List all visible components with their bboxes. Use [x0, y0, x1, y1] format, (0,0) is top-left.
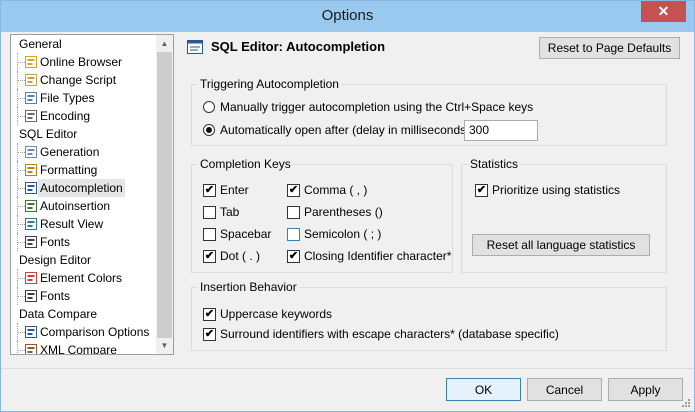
- options-tree[interactable]: General Online Browser Change Script File T…: [10, 34, 174, 355]
- completion-key-label: Parentheses (): [304, 205, 383, 219]
- tree-item-label: General: [19, 37, 62, 51]
- completion-key-label: Dot ( . ): [220, 249, 261, 263]
- tree-item-label: Generation: [40, 145, 100, 159]
- footer-divider: [1, 368, 694, 369]
- fonts-icon: [25, 290, 37, 302]
- delay-input[interactable]: 300: [464, 120, 538, 141]
- tree-item-label: Autocompletion: [38, 179, 125, 197]
- completion-key-label: Tab: [220, 205, 240, 219]
- completion-key-checkbox[interactable]: [287, 228, 300, 241]
- xml-compare-icon: [25, 344, 37, 354]
- triggering-group: Triggering Autocompletion Manually trigg…: [191, 77, 667, 146]
- completion-key-label: Semicolon ( ; ): [304, 227, 382, 241]
- title-bar: Options ✕: [1, 1, 694, 32]
- prioritize-statistics-label: Prioritize using statistics: [492, 183, 621, 197]
- tree-item-label: XML Compare: [40, 343, 117, 355]
- completion-key-checkbox[interactable]: ✔: [287, 250, 300, 263]
- formatting-icon: [25, 164, 37, 176]
- triggering-group-title: Triggering Autocompletion: [198, 77, 341, 91]
- auto-open-label: Automatically open after (delay in milli…: [220, 123, 477, 137]
- sql-editor-icon: [187, 40, 203, 54]
- completion-key-label: Enter: [220, 183, 249, 197]
- tree-scrollbar[interactable]: ▲ ▼: [156, 35, 173, 354]
- tree-item-label: Data Compare: [19, 307, 98, 321]
- scroll-thumb[interactable]: [157, 52, 172, 338]
- completion-key-label: Comma ( , ): [304, 183, 368, 197]
- tree-item-label: Element Colors: [40, 271, 123, 285]
- options-dialog: Options ✕ General Online Browser Change Sc…: [0, 0, 695, 412]
- tree-item-label: Design Editor: [19, 253, 92, 267]
- cancel-button[interactable]: Cancel: [527, 378, 602, 401]
- autocompletion-icon: [25, 182, 37, 194]
- completion-key-checkbox[interactable]: ✔: [203, 184, 216, 197]
- completion-key-checkbox[interactable]: [287, 206, 300, 219]
- fonts-icon: [25, 236, 37, 248]
- completion-keys-title: Completion Keys: [198, 157, 293, 171]
- surround-identifiers-checkbox[interactable]: ✔: [203, 328, 216, 341]
- completion-key-label: Closing Identifier character*: [304, 249, 452, 263]
- completion-key-checkbox[interactable]: ✔: [203, 250, 216, 263]
- ok-button[interactable]: OK: [446, 378, 521, 401]
- tree-item-label: Encoding: [40, 109, 91, 123]
- comparison-options-icon: [25, 326, 37, 338]
- tree-item-label: Fonts: [40, 235, 71, 249]
- online-browser-icon: [25, 56, 37, 68]
- statistics-group: Statistics ✔ Prioritize using statistics…: [461, 157, 667, 273]
- close-icon: ✕: [657, 3, 670, 19]
- close-button[interactable]: ✕: [641, 1, 686, 22]
- uppercase-keywords-checkbox[interactable]: ✔: [203, 308, 216, 321]
- tree-item-label: Online Browser: [40, 55, 123, 69]
- surround-identifiers-label: Surround identifiers with escape charact…: [220, 327, 559, 341]
- scroll-up-icon[interactable]: ▲: [156, 35, 173, 52]
- tree-item-label: Comparison Options: [40, 325, 150, 339]
- file-types-icon: [25, 92, 37, 104]
- insertion-behavior-group: Insertion Behavior ✔ Uppercase keywords …: [191, 280, 667, 351]
- completion-key-checkbox[interactable]: [203, 228, 216, 241]
- uppercase-keywords-label: Uppercase keywords: [220, 307, 333, 321]
- tree-item-label: File Types: [40, 91, 95, 105]
- resize-grip-icon[interactable]: [681, 398, 691, 408]
- completion-key-label: Spacebar: [220, 227, 272, 241]
- manual-trigger-label: Manually trigger autocompletion using th…: [220, 100, 534, 114]
- tree-item-label: SQL Editor: [19, 127, 78, 141]
- reset-page-defaults-button[interactable]: Reset to Page Defaults: [539, 37, 680, 59]
- autoinsertion-icon: [25, 200, 37, 212]
- result-view-icon: [25, 218, 37, 230]
- change-script-icon: [25, 74, 37, 86]
- reset-language-statistics-button[interactable]: Reset all language statistics: [472, 234, 650, 256]
- completion-key-checkbox[interactable]: [203, 206, 216, 219]
- window-title: Options: [321, 7, 374, 24]
- element-colors-icon: [25, 272, 37, 284]
- page-title: SQL Editor: Autocompletion: [211, 39, 386, 54]
- auto-open-radio[interactable]: [203, 124, 215, 136]
- statistics-title: Statistics: [468, 157, 521, 171]
- insertion-behavior-title: Insertion Behavior: [198, 280, 299, 294]
- manual-trigger-radio[interactable]: [203, 101, 215, 113]
- tree-item-label: Change Script: [40, 73, 117, 87]
- scroll-down-icon[interactable]: ▼: [156, 337, 173, 354]
- encoding-icon: [25, 110, 37, 122]
- tree-item-label: Result View: [40, 217, 104, 231]
- completion-keys-group: Completion Keys ✔ Enter ✔ Comma ( , ) Tab Par…: [191, 157, 453, 273]
- tree-item-label: Formatting: [40, 163, 98, 177]
- tree-item-label: Fonts: [40, 289, 71, 303]
- generation-icon: [25, 146, 37, 158]
- completion-key-checkbox[interactable]: ✔: [287, 184, 300, 197]
- tree-item-label: Autoinsertion: [40, 199, 111, 213]
- apply-button[interactable]: Apply: [608, 378, 683, 401]
- prioritize-statistics-checkbox[interactable]: ✔: [475, 184, 488, 197]
